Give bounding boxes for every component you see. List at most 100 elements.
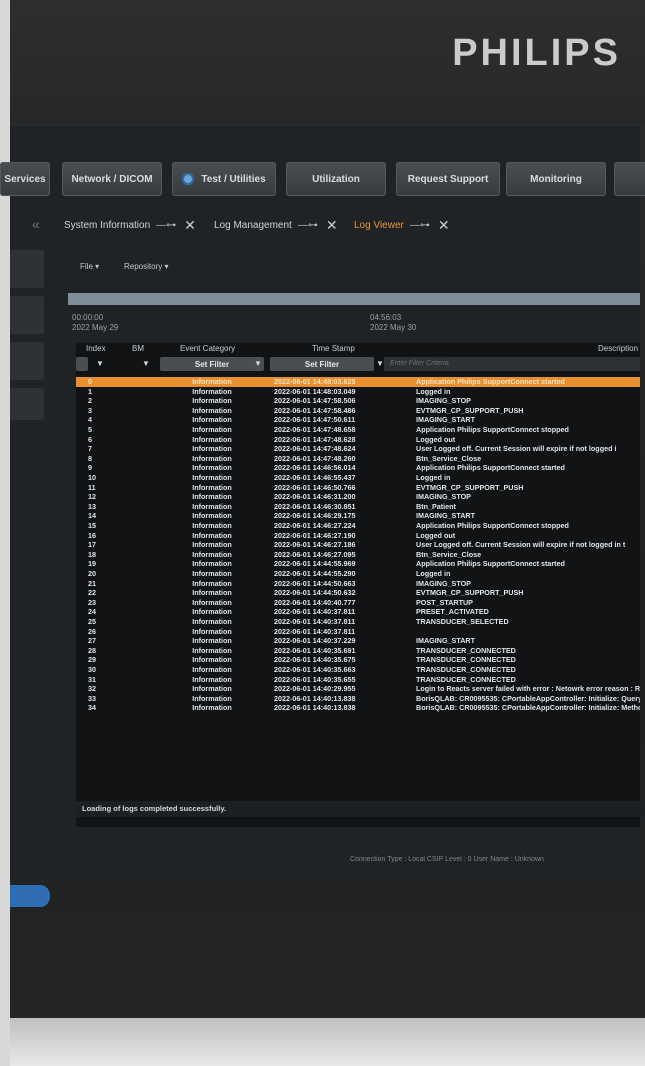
table-row[interactable]: 15 Information 2022-06-01 14:46:27.224 Appl… [76, 521, 640, 531]
set-filter-button[interactable]: Set Filter [160, 357, 264, 371]
close-icon[interactable]: ✕ [438, 217, 450, 234]
cell-time-stamp: 2022-06-01 14:40:13.838 [274, 693, 356, 703]
table-row[interactable]: 0 Information 2022-06-01 14:48:03.625 Appli… [76, 377, 640, 387]
col-event-category[interactable]: Event Category [180, 344, 235, 353]
nav-monitoring[interactable]: Monitoring [506, 162, 606, 196]
timeline-end-date: 2022 May 30 [370, 323, 417, 332]
cell-index: 21 [88, 578, 96, 588]
sidebar-button[interactable] [10, 250, 44, 288]
grid-header: Index BM Event Category Time Stamp Descr… [76, 343, 640, 355]
table-row[interactable]: 32 Information 2022-06-01 14:40:29.955 Logi… [76, 684, 640, 694]
cell-index: 11 [88, 482, 96, 492]
table-row[interactable]: 22 Information 2022-06-01 14:44:50.632 EVTM… [76, 588, 640, 598]
pin-icon[interactable]: —⊶ [410, 220, 430, 231]
table-row[interactable]: 20 Information 2022-06-01 14:44:55.290 Logg… [76, 569, 640, 579]
file-menu[interactable]: File ▾ [74, 256, 105, 276]
cell-event-category: Information [192, 645, 232, 655]
table-row[interactable]: 24 Information 2022-06-01 14:40:37.811 PRES… [76, 607, 640, 617]
nav-request-support[interactable]: Request Support [396, 162, 500, 196]
nav-test-utilities[interactable]: Test / Utilities [172, 162, 276, 196]
timeline-bar[interactable] [68, 293, 640, 305]
cell-time-stamp: 2022-06-01 14:40:35.691 [274, 645, 356, 655]
repository-menu[interactable]: Repository ▾ [118, 256, 174, 276]
col-time-stamp[interactable]: Time Stamp [312, 344, 355, 353]
cell-index: 26 [88, 626, 96, 636]
nav-network-dicom[interactable]: Network / DICOM [62, 162, 162, 196]
cell-time-stamp: 2022-06-01 14:48:03.625 [274, 377, 356, 386]
cell-description: BorisQLAB: CR0095535: CPortableAppContro… [416, 693, 640, 703]
table-row[interactable]: 29 Information 2022-06-01 14:40:35.675 TRAN… [76, 655, 640, 665]
filter-toggle[interactable] [76, 357, 88, 371]
table-row[interactable]: 25 Information 2022-06-01 14:40:37.811 TRAN… [76, 617, 640, 627]
cell-event-category: Information [192, 693, 232, 703]
cell-event-category: Information [192, 626, 232, 636]
device-icon[interactable] [10, 885, 50, 907]
table-row[interactable]: 11 Information 2022-06-01 14:46:50.766 EVTM… [76, 483, 640, 493]
table-row[interactable]: 28 Information 2022-06-01 14:40:35.691 TRAN… [76, 646, 640, 656]
nav-more[interactable] [614, 162, 645, 196]
table-row[interactable]: 30 Information 2022-06-01 14:40:35.663 TRAN… [76, 665, 640, 675]
table-row[interactable]: 23 Information 2022-06-01 14:40:40.777 POST… [76, 598, 640, 608]
col-description[interactable]: Description [598, 344, 638, 353]
table-row[interactable]: 5 Information 2022-06-01 14:47:48.658 Appli… [76, 425, 640, 435]
table-row[interactable]: 31 Information 2022-06-01 14:40:35.655 TRAN… [76, 675, 640, 685]
set-filter-button[interactable]: Set Filter [270, 357, 374, 371]
cell-description: IMAGING_STOP [416, 578, 471, 588]
cell-event-category: Information [192, 521, 232, 530]
table-row[interactable]: 33 Information 2022-06-01 14:40:13.838 Bori… [76, 694, 640, 704]
table-row[interactable]: 18 Information 2022-06-01 14:46:27.095 Btn_… [76, 550, 640, 560]
pin-icon[interactable]: —⊶ [156, 220, 176, 231]
close-icon[interactable]: ✕ [184, 217, 196, 234]
funnel-icon[interactable]: ▼ [376, 359, 384, 368]
funnel-icon[interactable]: ▼ [96, 359, 104, 368]
nav-utilization[interactable]: Utilization [286, 162, 386, 196]
funnel-icon[interactable]: ▼ [254, 359, 262, 368]
table-row[interactable]: 27 Information 2022-06-01 14:40:37.229 IMAG… [76, 636, 640, 646]
table-row[interactable]: 13 Information 2022-06-01 14:46:30.851 Btn_… [76, 502, 640, 512]
cell-index: 17 [88, 540, 96, 550]
sidebar-button[interactable] [10, 388, 44, 420]
close-icon[interactable]: ✕ [326, 217, 338, 234]
funnel-icon[interactable]: ▼ [142, 359, 150, 368]
cell-description: Btn_Service_Close [416, 453, 482, 463]
cell-event-category: Information [192, 597, 232, 607]
table-row[interactable]: 10 Information 2022-06-01 14:46:55.437 Logg… [76, 473, 640, 483]
table-row[interactable]: 2 Information 2022-06-01 14:47:58.506 IMAGI… [76, 396, 640, 406]
table-row[interactable]: 34 Information 2022-06-01 14:40:13.838 Bori… [76, 703, 640, 713]
tab-log-viewer[interactable]: Log Viewer —⊶ ✕ [354, 212, 450, 238]
table-row[interactable]: 7 Information 2022-06-01 14:47:48.624 User … [76, 444, 640, 454]
table-row[interactable]: 9 Information 2022-06-01 14:46:56.014 Appli… [76, 463, 640, 473]
cell-time-stamp: 2022-06-01 14:44:55.290 [274, 569, 356, 578]
cell-description: Logged in [416, 386, 451, 396]
pin-icon[interactable]: —⊶ [298, 220, 318, 231]
sidebar-button[interactable] [10, 296, 44, 334]
cell-event-category: Information [192, 453, 232, 463]
table-row[interactable]: 17 Information 2022-06-01 14:46:27.186 User… [76, 540, 640, 550]
cell-event-category: Information [192, 425, 232, 434]
table-row[interactable]: 8 Information 2022-06-01 14:47:48.260 Btn_S… [76, 454, 640, 464]
timeline-start-date: 2022 May 29 [72, 323, 119, 332]
table-row[interactable]: 6 Information 2022-06-01 14:47:48.628 Logge… [76, 435, 640, 445]
table-row[interactable]: 3 Information 2022-06-01 14:47:58.486 EVTMG… [76, 406, 640, 416]
table-row[interactable]: 1 Information 2022-06-01 14:48:03.049 Logge… [76, 387, 640, 397]
cell-description: BorisQLAB: CR0095535: CPortableAppContro… [416, 703, 640, 713]
tab-log-management[interactable]: Log Management —⊶ ✕ [214, 212, 338, 238]
tab-system-information[interactable]: System Information —⊶ ✕ [64, 212, 196, 238]
cell-event-category: Information [192, 607, 232, 617]
cell-index: 5 [88, 425, 92, 434]
cell-description: EVTMGR_CP_SUPPORT_PUSH [416, 482, 524, 492]
table-row[interactable]: 16 Information 2022-06-01 14:46:27.190 Logg… [76, 531, 640, 541]
table-row[interactable]: 4 Information 2022-06-01 14:47:50.611 IMAGI… [76, 415, 640, 425]
filter-input[interactable]: Enter Filter Criteria [384, 357, 640, 371]
table-row[interactable]: 21 Information 2022-06-01 14:44:50.663 IMAG… [76, 579, 640, 589]
col-bm[interactable]: BM [132, 344, 144, 353]
table-row[interactable]: 19 Information 2022-06-01 14:44:55.969 Appl… [76, 559, 640, 569]
nav-services[interactable]: Services [0, 162, 50, 196]
table-row[interactable]: 12 Information 2022-06-01 14:46:31.200 IMAG… [76, 492, 640, 502]
sidebar-button[interactable] [10, 342, 44, 380]
table-row[interactable]: 26 Information 2022-06-01 14:40:37.811 [76, 627, 640, 637]
table-row[interactable]: 14 Information 2022-06-01 14:46:29.175 IMAG… [76, 511, 640, 521]
cell-description: Btn_Patient [416, 501, 456, 511]
col-index[interactable]: Index [86, 344, 106, 353]
cell-description: IMAGING_STOP [416, 396, 471, 406]
